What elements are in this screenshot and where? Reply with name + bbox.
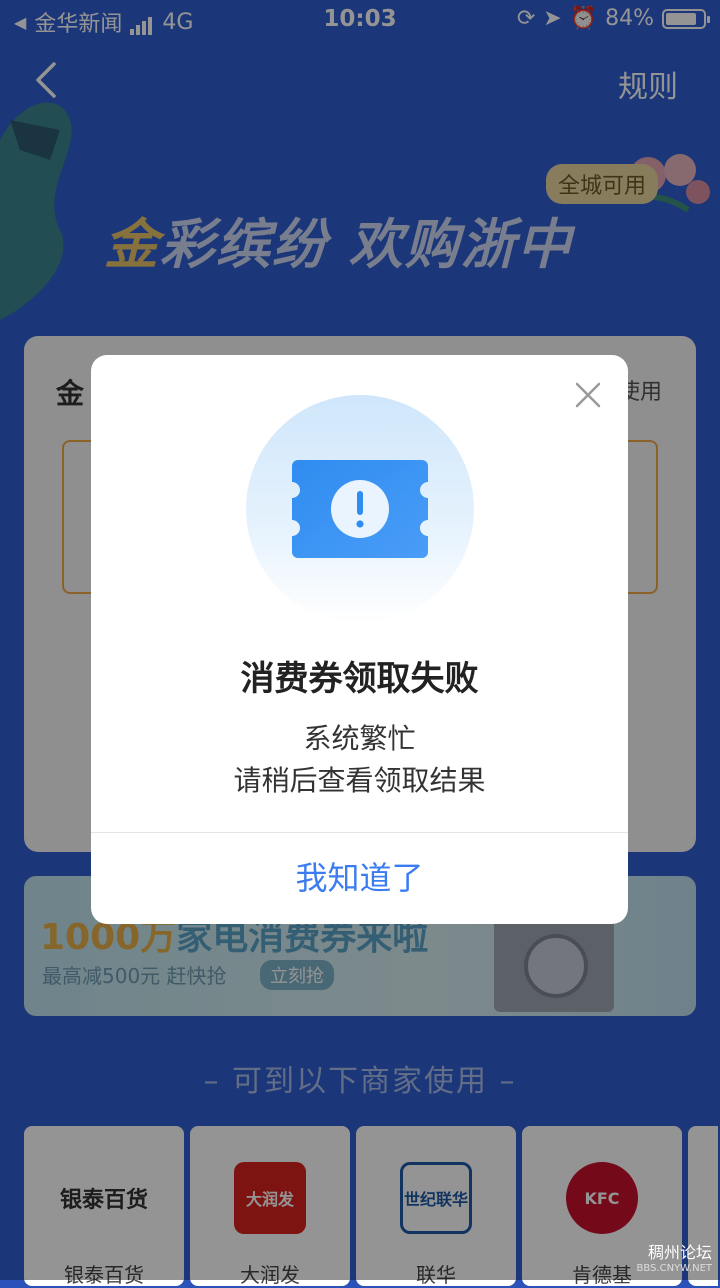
watermark-name: 稠州论坛 <box>647 1243 712 1262</box>
forum-watermark: 稠州论坛 BBS.CNYW.NET <box>637 1239 712 1274</box>
page: ◀ 金华新闻 4G 10:03 ⟳ ➤ ⏰ 84% 规则 全城可用 金彩缤纷 欢 <box>0 0 720 1287</box>
coupon-warning-icon <box>292 460 428 558</box>
dialog-message-line1: 系统繁忙 <box>303 722 416 755</box>
dialog-title: 消费券领取失败 <box>240 659 479 699</box>
close-icon[interactable] <box>574 381 602 409</box>
dialog-message-line2: 请稍后查看领取结果 <box>233 764 486 797</box>
claim-failed-dialog: 消费券领取失败 系统繁忙 请稍后查看领取结果 我知道了 <box>91 355 628 924</box>
watermark-url: BBS.CNYW.NET <box>636 1263 712 1274</box>
got-it-button[interactable]: 我知道了 <box>91 833 628 924</box>
